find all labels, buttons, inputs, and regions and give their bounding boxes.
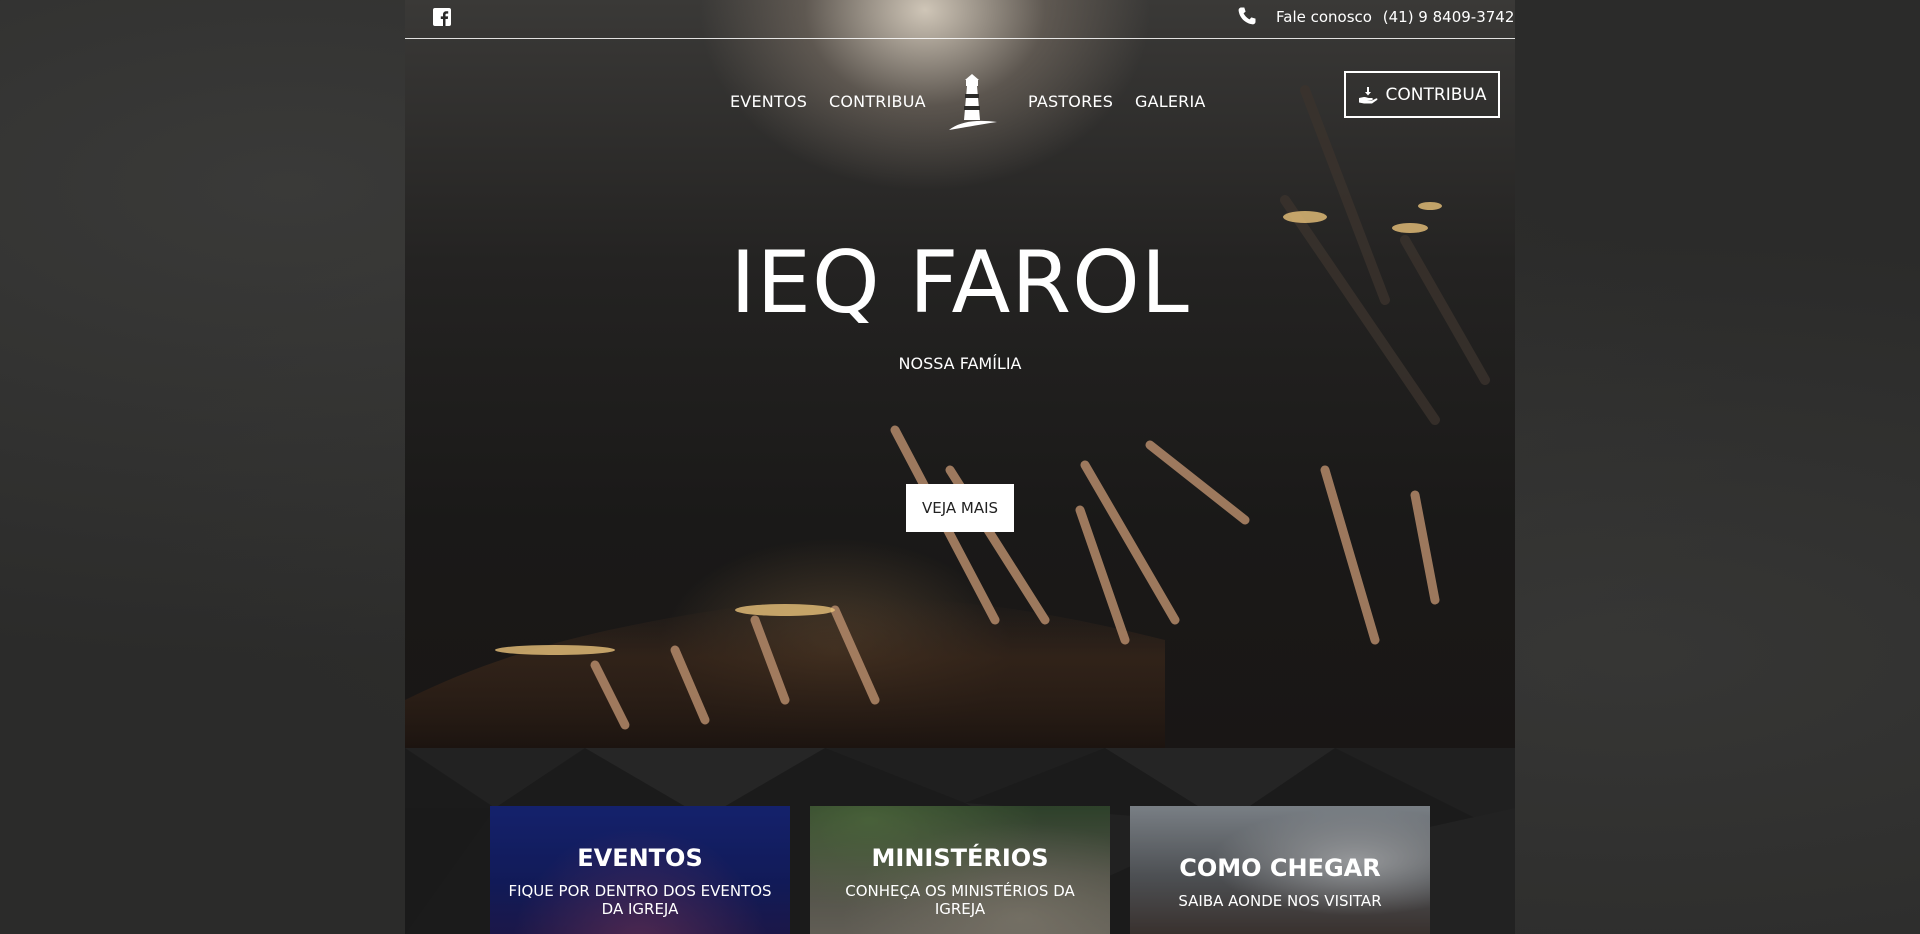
top-bar: Fale conosco (41) 9 8409-3742 bbox=[405, 0, 1515, 39]
contact-label: Fale conosco bbox=[1276, 8, 1372, 26]
card-eventos[interactable]: EVENTOS FIQUE POR DENTRO DOS EVENTOS DA … bbox=[490, 806, 790, 934]
hero-section: Fale conosco (41) 9 8409-3742 EVENTOS CO… bbox=[405, 0, 1515, 748]
nav-item-pastores[interactable]: PASTORES bbox=[1028, 92, 1113, 111]
nav-item-galeria[interactable]: GALERIA bbox=[1135, 92, 1206, 111]
phone-number[interactable]: (41) 9 8409-3742 bbox=[1383, 8, 1515, 26]
card-title: MINISTÉRIOS bbox=[871, 844, 1049, 872]
features-section: EVENTOS FIQUE POR DENTRO DOS EVENTOS DA … bbox=[405, 748, 1515, 934]
contribua-button[interactable]: CONTRIBUA bbox=[1344, 71, 1500, 118]
veja-mais-button[interactable]: VEJA MAIS bbox=[906, 484, 1014, 532]
card-subtitle: FIQUE POR DENTRO DOS EVENTOS DA IGREJA bbox=[508, 882, 772, 918]
hero-title: IEQ FAROL bbox=[730, 233, 1190, 333]
card-title: COMO CHEGAR bbox=[1179, 854, 1381, 882]
hero-subtitle: NOSSA FAMÍLIA bbox=[898, 354, 1022, 373]
nav-item-eventos[interactable]: EVENTOS bbox=[730, 92, 807, 111]
facebook-icon[interactable] bbox=[433, 8, 451, 26]
site-container: Fale conosco (41) 9 8409-3742 EVENTOS CO… bbox=[405, 0, 1515, 934]
lighthouse-icon[interactable] bbox=[945, 72, 999, 134]
card-ministerios[interactable]: MINISTÉRIOS CONHEÇA OS MINISTÉRIOS DA IG… bbox=[810, 806, 1110, 934]
card-title: EVENTOS bbox=[577, 844, 703, 872]
hand-money-icon bbox=[1358, 86, 1377, 103]
contribua-button-label: CONTRIBUA bbox=[1385, 84, 1487, 105]
nav-item-contribua[interactable]: CONTRIBUA bbox=[829, 92, 926, 111]
card-subtitle: CONHEÇA OS MINISTÉRIOS DA IGREJA bbox=[845, 882, 1075, 918]
card-como-chegar[interactable]: COMO CHEGAR SAIBA AONDE NOS VISITAR bbox=[1130, 806, 1430, 934]
card-subtitle: SAIBA AONDE NOS VISITAR bbox=[1178, 892, 1382, 910]
contact-info: Fale conosco (41) 9 8409-3742 bbox=[1276, 8, 1514, 26]
phone-icon bbox=[1238, 7, 1256, 25]
